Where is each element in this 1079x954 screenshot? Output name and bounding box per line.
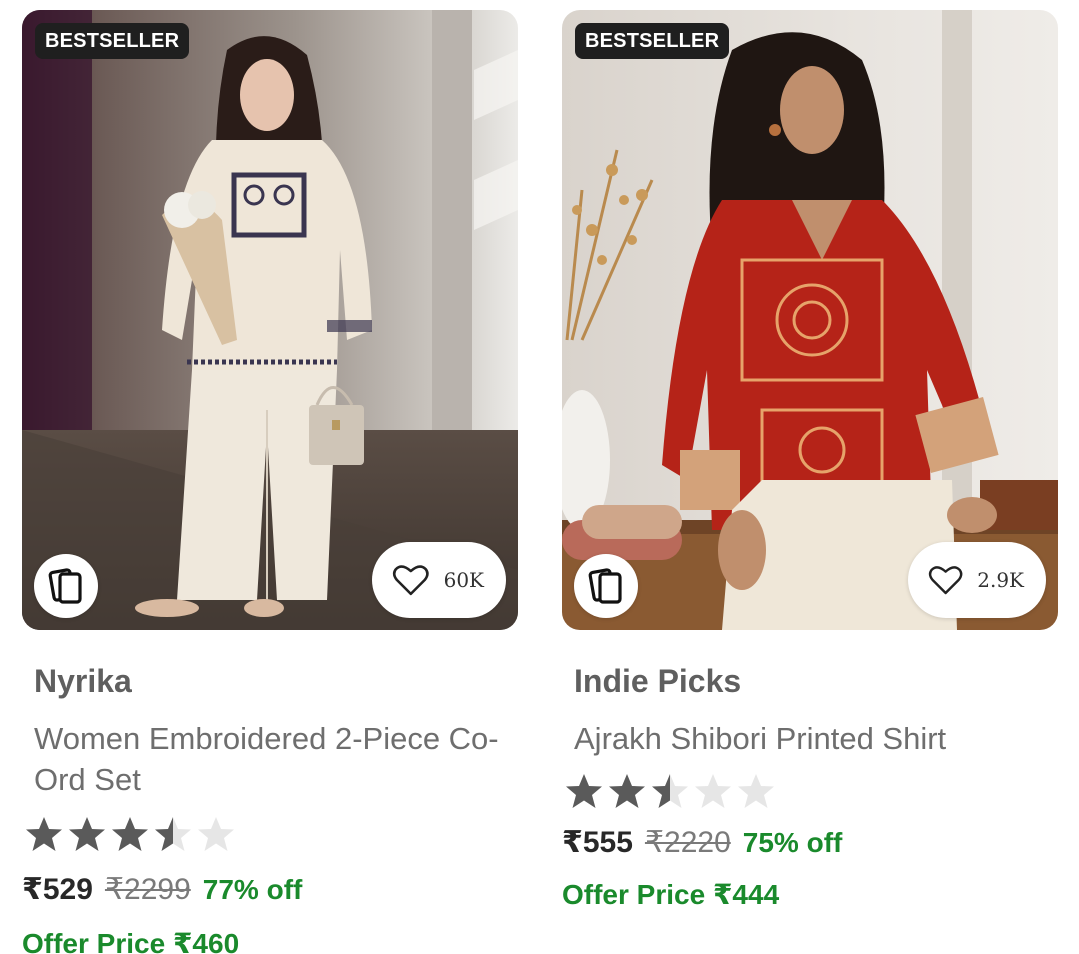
heart-icon bbox=[392, 565, 429, 596]
star-icon bbox=[738, 774, 774, 808]
star-icon bbox=[566, 774, 602, 808]
selling-price: ₹529 bbox=[22, 873, 93, 906]
bestseller-badge: BESTSELLER bbox=[35, 23, 190, 59]
product-card[interactable]: BESTSELLER 60K Nyrika Women Embroidered … bbox=[22, 10, 518, 954]
similar-products-button[interactable] bbox=[574, 554, 638, 618]
product-title: Women Embroidered 2-Piece Co-Ord Set bbox=[34, 721, 499, 797]
wishlist-button[interactable]: 60K bbox=[372, 542, 506, 618]
product-card[interactable]: BESTSELLER 2.9K Indie Picks Ajrakh Shibo… bbox=[562, 10, 1058, 911]
wishlist-count: 2.9K bbox=[977, 568, 1024, 592]
offer-price: Offer Price ₹444 bbox=[562, 879, 780, 910]
star-icon bbox=[112, 817, 148, 851]
offer-price: Offer Price ₹460 bbox=[22, 928, 240, 954]
similar-products-icon bbox=[48, 568, 82, 604]
bestseller-badge: BESTSELLER bbox=[575, 23, 730, 59]
original-price: ₹2220 bbox=[644, 826, 731, 859]
rating-stars bbox=[564, 771, 1058, 811]
product-photo bbox=[562, 10, 1058, 630]
star-icon bbox=[652, 774, 688, 808]
brand-name: Indie Picks bbox=[574, 663, 742, 699]
star-icon bbox=[198, 817, 234, 851]
selling-price: ₹555 bbox=[562, 826, 633, 859]
heart-icon bbox=[928, 566, 963, 595]
product-grid: BESTSELLER 60K Nyrika Women Embroidered … bbox=[0, 0, 1079, 954]
similar-products-button[interactable] bbox=[34, 554, 98, 618]
product-image[interactable]: BESTSELLER 2.9K bbox=[562, 10, 1058, 630]
price-row: ₹555 ₹2220 75% off bbox=[562, 825, 1058, 860]
similar-products-icon bbox=[588, 568, 622, 604]
star-icon bbox=[155, 817, 191, 851]
price-row: ₹529 ₹2299 77% off bbox=[22, 872, 518, 907]
wishlist-count: 60K bbox=[443, 568, 484, 592]
wishlist-button[interactable]: 2.9K bbox=[908, 542, 1046, 618]
star-icon bbox=[69, 817, 105, 851]
star-icon bbox=[26, 817, 62, 851]
discount-label: 77% off bbox=[202, 874, 303, 905]
rating-stars bbox=[24, 814, 518, 854]
product-title: Ajrakh Shibori Printed Shirt bbox=[574, 721, 947, 756]
original-price: ₹2299 bbox=[104, 873, 191, 906]
star-icon bbox=[695, 774, 731, 808]
discount-label: 75% off bbox=[742, 827, 843, 858]
product-image[interactable]: BESTSELLER 60K bbox=[22, 10, 518, 630]
star-icon bbox=[609, 774, 645, 808]
brand-name: Nyrika bbox=[34, 663, 132, 699]
product-photo bbox=[22, 10, 518, 630]
